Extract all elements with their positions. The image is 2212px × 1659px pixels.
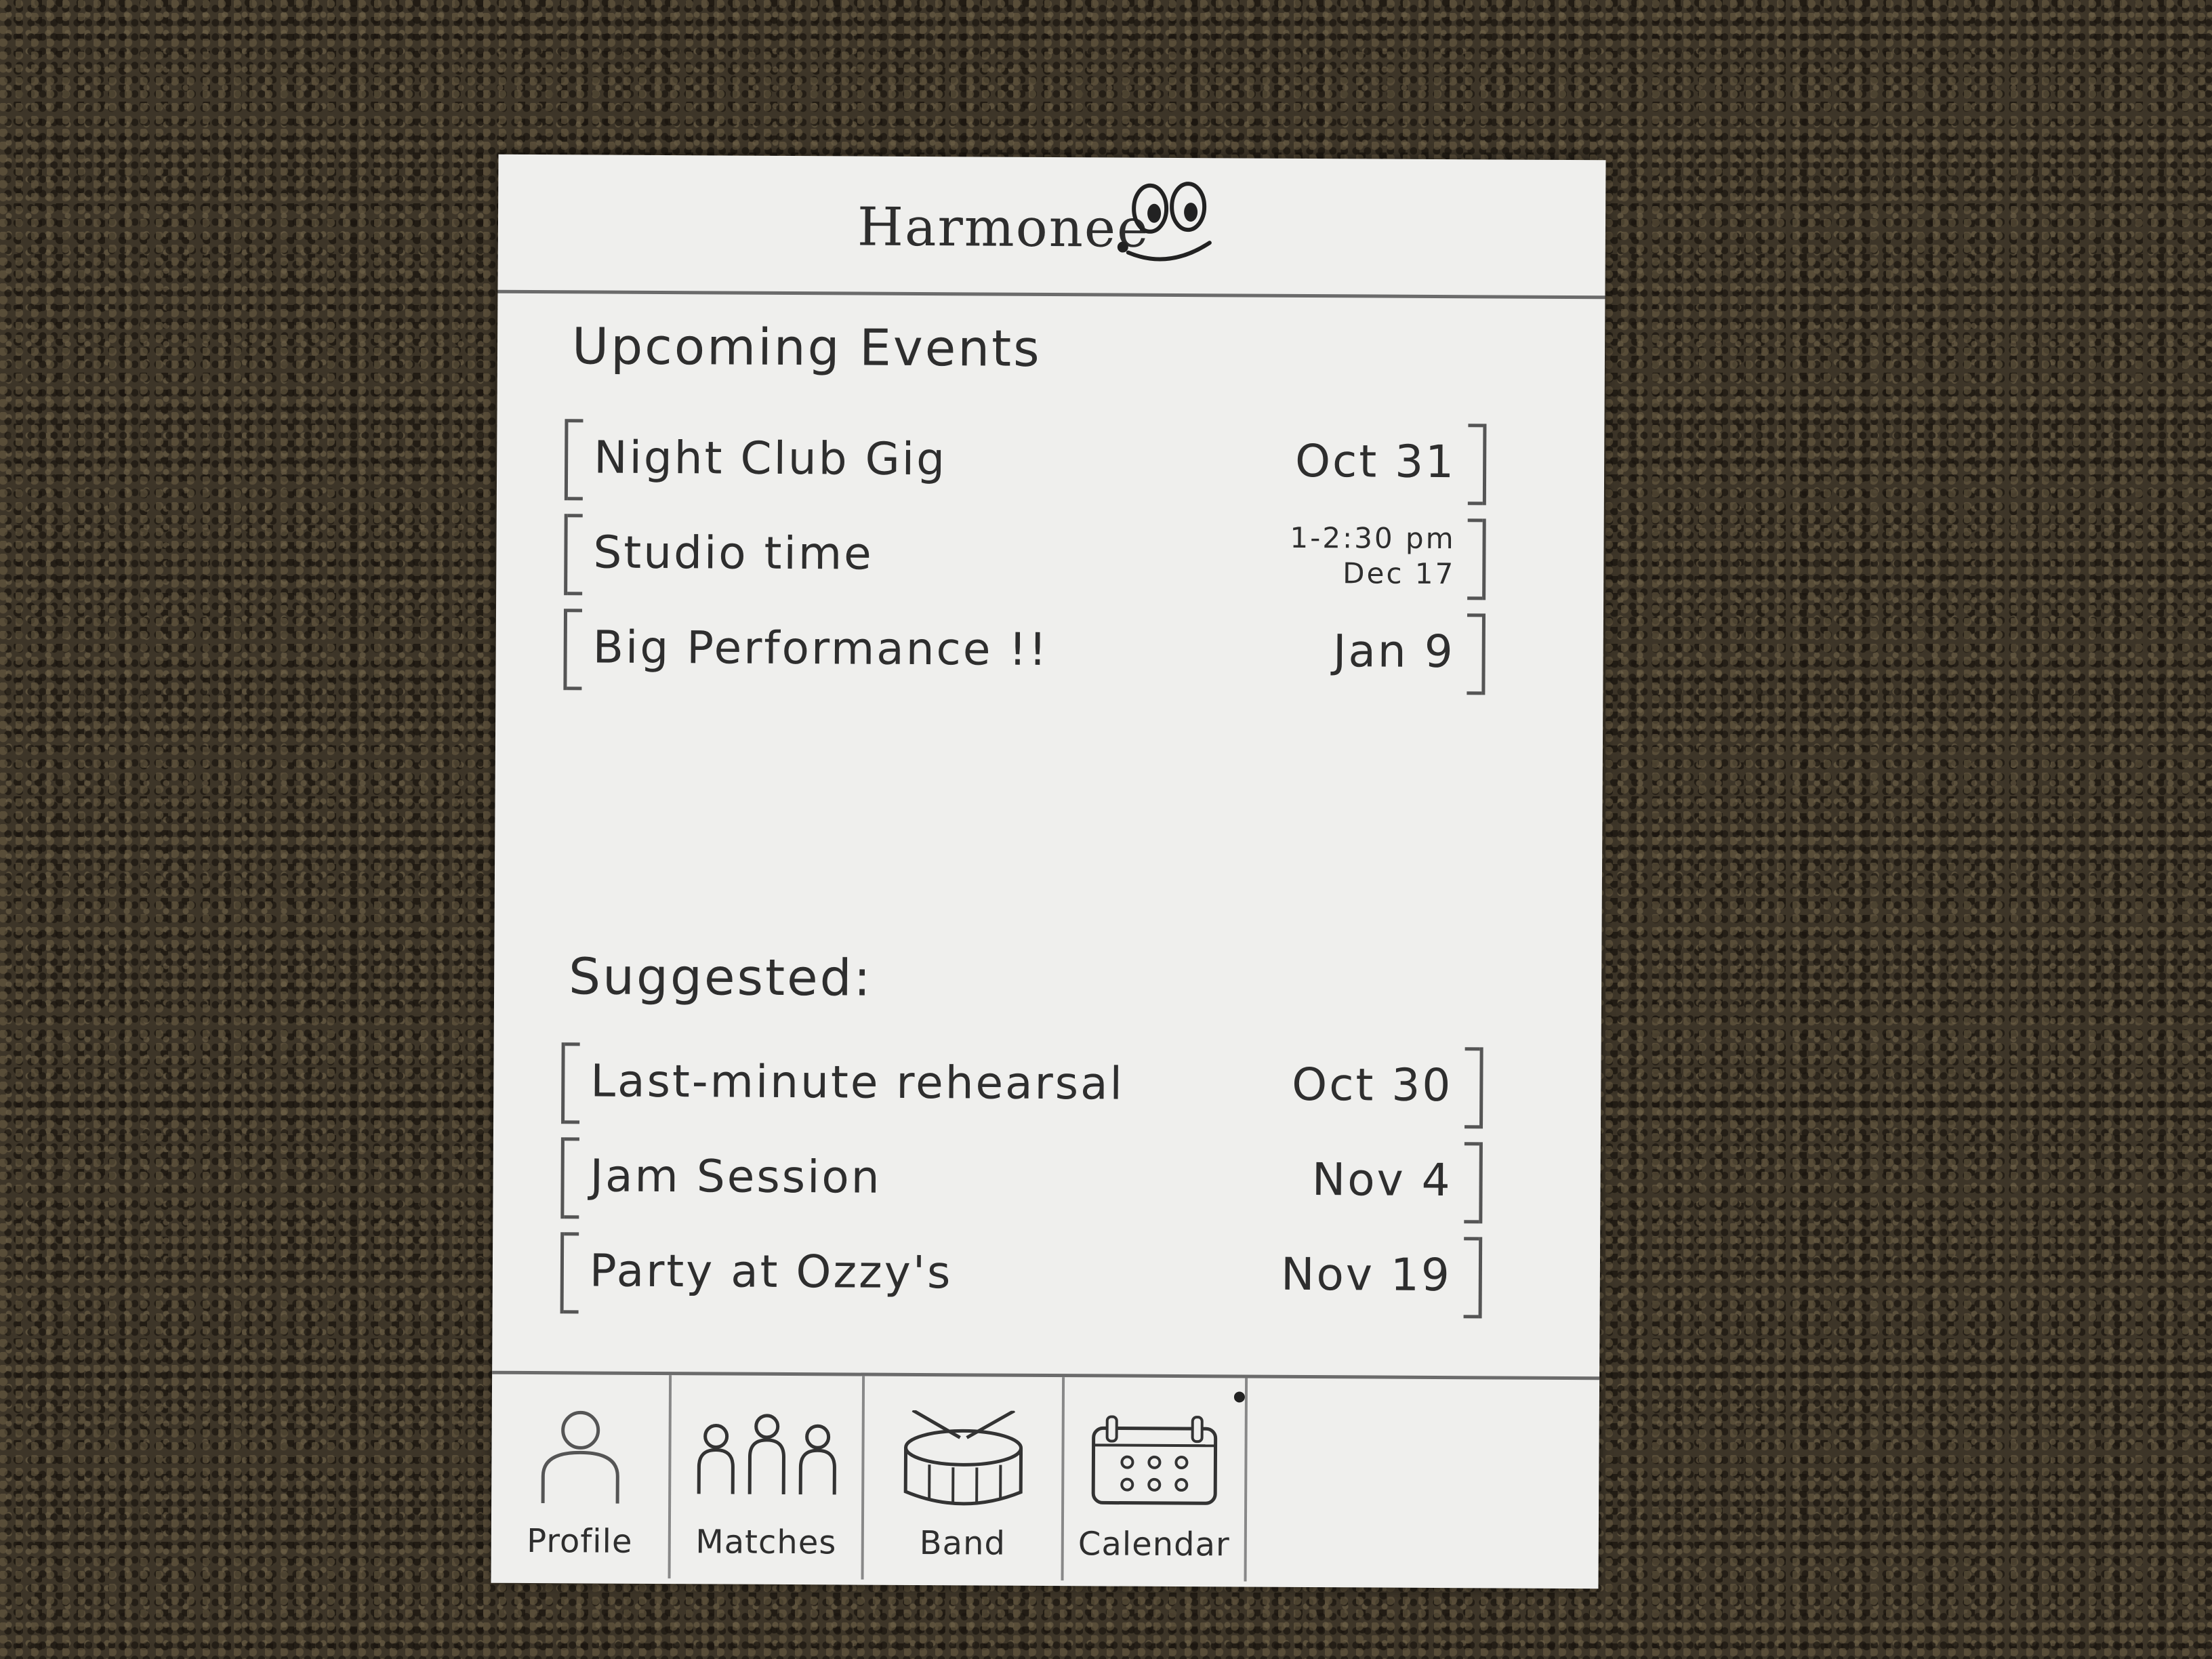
event-night-club-gig[interactable]: Night Club Gig Oct 31 [564, 419, 1487, 506]
notification-dot [1233, 1391, 1245, 1403]
app-header: Harmonee [497, 154, 1606, 300]
suggested-title: Suggested: [568, 947, 873, 1008]
suggested-party-at-ozzys[interactable]: Party at Ozzy's Nov 19 [560, 1232, 1483, 1319]
event-name: Big Performance !! [592, 621, 1049, 676]
event-datetime: 1-2:30 pm Dec 17 [1290, 520, 1456, 592]
drum-icon [903, 1410, 1023, 1506]
nav-tab-matches[interactable]: Matches [670, 1375, 865, 1580]
event-big-performance[interactable]: Big Performance !! Jan 9 [563, 609, 1486, 695]
event-date: Nov 4 [1311, 1153, 1452, 1207]
event-date: Oct 30 [1292, 1058, 1453, 1112]
smiley-logo-icon [1117, 182, 1212, 262]
nav-label: Matches [695, 1523, 837, 1562]
nav-tab-calendar[interactable]: Calendar [1063, 1377, 1248, 1582]
nav-label: Band [919, 1524, 1006, 1563]
event-time: 1-2:30 pm [1290, 520, 1456, 556]
upcoming-events-title: Upcoming Events [571, 317, 1042, 378]
event-name: Jam Session [590, 1149, 882, 1204]
event-date: Nov 19 [1280, 1248, 1452, 1302]
event-name: Studio time [593, 526, 874, 580]
event-date: Oct 31 [1294, 434, 1456, 489]
app-screen: Harmonee Upcoming Events Night Club Gig … [491, 154, 1606, 1593]
nav-tab-band[interactable]: Band [863, 1376, 1065, 1581]
person-icon [541, 1410, 619, 1504]
event-name: Last-minute rehearsal [590, 1054, 1125, 1110]
group-icon [697, 1414, 836, 1495]
nav-tab-profile[interactable]: Profile [491, 1374, 672, 1579]
app-title: Harmonee [857, 197, 1150, 260]
event-studio-time[interactable]: Studio time 1-2:30 pm Dec 17 [564, 514, 1486, 600]
event-date: Dec 17 [1343, 556, 1456, 591]
nav-label: Profile [527, 1521, 633, 1561]
suggested-last-minute-rehearsal[interactable]: Last-minute rehearsal Oct 30 [561, 1042, 1483, 1129]
event-name: Party at Ozzy's [589, 1244, 953, 1299]
bottom-nav-bar: Profile Matches Band Calendar [491, 1370, 1600, 1593]
calendar-icon [1091, 1415, 1218, 1505]
nav-label: Calendar [1078, 1525, 1230, 1564]
suggested-jam-session[interactable]: Jam Session Nov 4 [560, 1137, 1483, 1224]
event-date: Jan 9 [1332, 625, 1455, 678]
event-name: Night Club Gig [593, 431, 947, 486]
